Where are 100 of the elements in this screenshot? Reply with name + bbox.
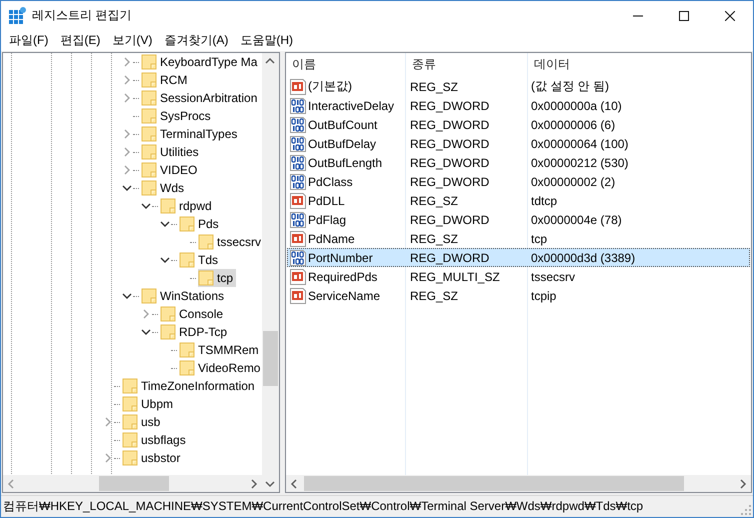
value-row[interactable]: ServiceName REG_SZ tcpip bbox=[287, 286, 750, 305]
value-row[interactable]: PdName REG_SZ tcp bbox=[287, 229, 750, 248]
scrollbar-thumb[interactable] bbox=[304, 476, 684, 491]
chevron-down-icon[interactable] bbox=[160, 219, 170, 229]
folder-icon bbox=[179, 252, 195, 268]
tree-item[interactable]: TimeZoneInformation bbox=[122, 377, 258, 395]
chevron-right-icon[interactable] bbox=[122, 129, 132, 139]
tree-item[interactable]: VideoRemo bbox=[179, 359, 262, 377]
value-row[interactable]: OutBufCount REG_DWORD 0x00000006 (6) bbox=[287, 115, 750, 134]
chevron-right-icon[interactable] bbox=[122, 165, 132, 175]
tree-item[interactable]: usb bbox=[122, 413, 164, 431]
text-value-icon bbox=[290, 288, 306, 304]
horizontal-scrollbar[interactable] bbox=[286, 475, 751, 492]
value-type: REG_DWORD bbox=[409, 212, 490, 226]
tree-item[interactable]: Utilities bbox=[141, 143, 202, 161]
value-data: 0x0000000a (10) bbox=[530, 98, 623, 112]
chevron-right-icon[interactable] bbox=[141, 309, 151, 319]
binary-value-icon bbox=[290, 154, 306, 170]
tree-item[interactable]: TerminalTypes bbox=[141, 125, 240, 143]
tree-item[interactable]: Pds bbox=[179, 215, 222, 233]
value-row[interactable]: PdDLL REG_SZ tdtcp bbox=[287, 191, 750, 210]
text-value-icon bbox=[290, 230, 306, 246]
folder-icon bbox=[179, 342, 195, 358]
value-type: REG_MULTI_SZ bbox=[409, 270, 501, 284]
folder-icon bbox=[179, 216, 195, 232]
value-row[interactable]: OutBufDelay REG_DWORD 0x00000064 (100) bbox=[287, 134, 750, 153]
value-row[interactable]: PdClass REG_DWORD 0x00000002 (2) bbox=[287, 172, 750, 191]
tree-item[interactable]: SessionArbitration bbox=[141, 89, 260, 107]
menu-item[interactable]: 즐겨찾기(A) bbox=[158, 32, 234, 49]
tree-item[interactable]: tcp bbox=[198, 269, 236, 287]
scrollbar-thumb[interactable] bbox=[263, 331, 278, 386]
value-data: (값 설정 안 됨) bbox=[530, 78, 610, 95]
value-type: REG_SZ bbox=[409, 80, 460, 94]
value-type: REG_DWORD bbox=[409, 250, 490, 264]
vertical-scrollbar[interactable] bbox=[262, 53, 279, 492]
binary-value-icon bbox=[290, 174, 306, 190]
tree-item[interactable]: rdpwd bbox=[160, 197, 215, 215]
scrollbar-thumb[interactable] bbox=[99, 476, 169, 491]
value-name: PdName bbox=[308, 232, 355, 246]
chevron-right-icon[interactable] bbox=[103, 417, 113, 427]
chevron-right-icon[interactable] bbox=[122, 57, 132, 67]
value-row[interactable]: PortNumber REG_DWORD 0x00000d3d (3389) bbox=[287, 248, 750, 267]
value-data: tcp bbox=[530, 232, 548, 246]
tree-item[interactable]: tssecsrv bbox=[198, 233, 262, 251]
tree-item[interactable]: Ubpm bbox=[122, 395, 176, 413]
value-row[interactable]: (기본값) REG_SZ (값 설정 안 됨) bbox=[287, 77, 750, 96]
value-row[interactable]: RequiredPds REG_MULTI_SZ tssecsrv bbox=[287, 267, 750, 286]
folder-icon bbox=[141, 144, 157, 160]
menu-item[interactable]: 파일(F) bbox=[3, 32, 54, 49]
binary-value-icon bbox=[290, 250, 306, 266]
chevron-down-icon[interactable] bbox=[141, 327, 151, 337]
resize-grip-icon[interactable] bbox=[741, 505, 751, 515]
chevron-right-icon[interactable] bbox=[122, 147, 132, 157]
binary-value-icon bbox=[290, 98, 306, 114]
value-data: 0x00000002 (2) bbox=[530, 174, 616, 188]
value-type: REG_DWORD bbox=[409, 136, 490, 150]
tree-item[interactable]: Tds bbox=[179, 251, 222, 269]
value-type: REG_DWORD bbox=[409, 156, 490, 170]
tree-item[interactable]: RDP-Tcp bbox=[160, 323, 230, 341]
folder-icon bbox=[141, 288, 157, 304]
value-data: 0x00000212 (530) bbox=[530, 156, 630, 170]
folder-icon bbox=[160, 324, 176, 340]
text-value-icon bbox=[290, 192, 306, 208]
value-name: OutBufCount bbox=[308, 118, 378, 132]
value-type: REG_DWORD bbox=[409, 118, 490, 132]
column-header[interactable]: 이름 bbox=[286, 56, 406, 72]
chevron-down-icon[interactable] bbox=[141, 201, 151, 211]
value-type: REG_DWORD bbox=[409, 98, 490, 112]
tree-item[interactable]: TSMMRem bbox=[179, 341, 262, 359]
menu-item[interactable]: 도움말(H) bbox=[234, 32, 299, 49]
tree-item[interactable]: Console bbox=[160, 305, 226, 323]
chevron-down-icon[interactable] bbox=[122, 291, 132, 301]
chevron-right-icon[interactable] bbox=[122, 75, 132, 85]
chevron-right-icon[interactable] bbox=[103, 453, 113, 463]
value-name: OutBufLength bbox=[308, 156, 382, 170]
tree-item[interactable]: RCM bbox=[141, 71, 190, 89]
menu-item[interactable]: 보기(V) bbox=[106, 32, 158, 49]
value-row[interactable]: InteractiveDelay REG_DWORD 0x0000000a (10) bbox=[287, 96, 750, 115]
tree-item[interactable]: usbflags bbox=[122, 431, 189, 449]
value-data: tssecsrv bbox=[530, 270, 576, 284]
chevron-down-icon[interactable] bbox=[122, 183, 132, 193]
chevron-right-icon[interactable] bbox=[122, 93, 132, 103]
tree-item[interactable]: Wds bbox=[141, 179, 187, 197]
tree-item[interactable]: VIDEO bbox=[141, 161, 200, 179]
value-row[interactable]: OutBufLength REG_DWORD 0x00000212 (530) bbox=[287, 153, 750, 172]
tree-item[interactable]: KeyboardType Ma bbox=[141, 53, 260, 71]
binary-value-icon bbox=[290, 212, 306, 228]
folder-icon bbox=[122, 450, 138, 466]
value-data: 0x00000d3d (3389) bbox=[530, 250, 636, 264]
menu-item[interactable]: 편집(E) bbox=[54, 32, 106, 49]
column-header[interactable]: 데이터 bbox=[528, 56, 751, 72]
column-header[interactable]: 종류 bbox=[406, 56, 528, 72]
chevron-down-icon[interactable] bbox=[160, 255, 170, 265]
value-type: REG_SZ bbox=[409, 232, 460, 246]
value-data: tdtcp bbox=[530, 194, 558, 208]
value-row[interactable]: PdFlag REG_DWORD 0x0000004e (78) bbox=[287, 210, 750, 229]
tree-item[interactable]: WinStations bbox=[141, 287, 228, 305]
tree-item[interactable]: SysProcs bbox=[141, 107, 214, 125]
tree-item[interactable]: usbstor bbox=[122, 449, 184, 467]
horizontal-scrollbar[interactable] bbox=[3, 475, 262, 492]
